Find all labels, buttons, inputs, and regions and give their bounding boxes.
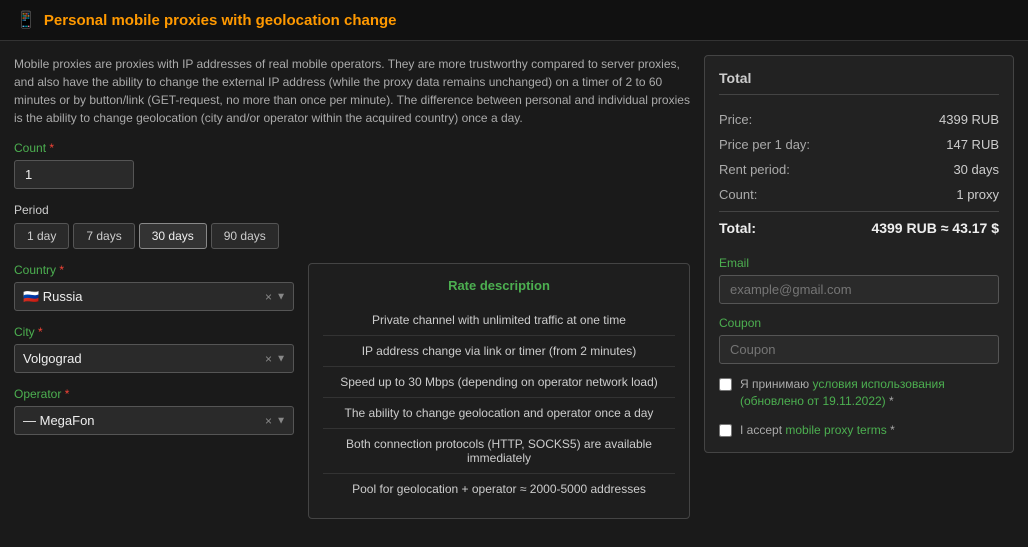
total-title: Total <box>719 70 999 95</box>
city-select[interactable]: Volgograd <box>14 344 294 373</box>
total-value: 4399 RUB ≈ 43.17 $ <box>871 220 999 236</box>
price-value: 4399 RUB <box>939 112 999 127</box>
terms-checkbox-row: Я принимаю условия использования (обновл… <box>719 376 999 410</box>
period-1day[interactable]: 1 day <box>14 223 69 249</box>
page-title: Personal mobile proxies with geolocation… <box>44 12 397 29</box>
count-proxy-label: Count: <box>719 187 757 202</box>
city-label: City <box>14 325 35 339</box>
country-required: * <box>59 263 64 277</box>
coupon-input[interactable] <box>719 335 999 364</box>
rate-item-4: The ability to change geolocation and op… <box>323 398 675 429</box>
count-field: Count * <box>14 141 690 189</box>
summary-price-per-day-row: Price per 1 day: 147 RUB <box>719 132 999 157</box>
period-90days[interactable]: 90 days <box>211 223 279 249</box>
country-field: Country * 🇷🇺 Russia × ▼ <box>14 263 294 311</box>
phone-icon: 📱 <box>16 10 36 30</box>
price-per-day-value: 147 RUB <box>946 137 999 152</box>
operator-select[interactable]: — MegaFon <box>14 406 294 435</box>
operator-select-wrapper: — MegaFon × ▼ <box>14 406 294 435</box>
coupon-label: Coupon <box>719 316 999 330</box>
count-input[interactable] <box>14 160 134 189</box>
rent-period-label: Rent period: <box>719 162 790 177</box>
operator-clear[interactable]: × <box>265 414 272 428</box>
summary-rent-period-row: Rent period: 30 days <box>719 157 999 182</box>
city-required: * <box>38 325 43 339</box>
count-label: Count <box>14 141 46 155</box>
two-col: Country * 🇷🇺 Russia × ▼ City * <box>14 263 690 519</box>
mobile-terms-checkbox[interactable] <box>719 424 732 437</box>
price-label: Price: <box>719 112 752 127</box>
country-select-wrapper: 🇷🇺 Russia × ▼ <box>14 282 294 311</box>
summary-count-row: Count: 1 proxy <box>719 182 999 207</box>
city-select-wrapper: Volgograd × ▼ <box>14 344 294 373</box>
rate-item-2: IP address change via link or timer (fro… <box>323 336 675 367</box>
operator-field: Operator * — MegaFon × ▼ <box>14 387 294 435</box>
price-per-day-label: Price per 1 day: <box>719 137 810 152</box>
terms-checkbox[interactable] <box>719 378 732 391</box>
city-clear[interactable]: × <box>265 352 272 366</box>
count-proxy-value: 1 proxy <box>956 187 999 202</box>
left-panel: Mobile proxies are proxies with IP addre… <box>14 55 704 519</box>
rate-item-6: Pool for geolocation + operator ≈ 2000-5… <box>323 474 675 504</box>
count-required: * <box>49 141 54 155</box>
mobile-terms-label: I accept mobile proxy terms * <box>740 422 895 439</box>
period-label: Period <box>14 203 690 217</box>
selects-col: Country * 🇷🇺 Russia × ▼ City * <box>14 263 294 449</box>
operator-required: * <box>65 387 70 401</box>
country-select[interactable]: 🇷🇺 Russia <box>14 282 294 311</box>
period-7days[interactable]: 7 days <box>73 223 134 249</box>
email-label: Email <box>719 256 999 270</box>
operator-label: Operator <box>14 387 61 401</box>
total-amount-row: Total: 4399 RUB ≈ 43.17 $ <box>719 211 999 244</box>
rate-title: Rate description <box>323 278 675 293</box>
period-section: Period 1 day 7 days 30 days 90 days <box>14 203 690 249</box>
right-panel: Total Price: 4399 RUB Price per 1 day: 1… <box>704 55 1014 453</box>
mobile-terms-checkbox-row: I accept mobile proxy terms * <box>719 422 999 439</box>
description-text: Mobile proxies are proxies with IP addre… <box>14 55 690 127</box>
mobile-terms-link[interactable]: mobile proxy terms <box>785 423 886 437</box>
terms-label: Я принимаю условия использования (обновл… <box>740 376 999 410</box>
period-30days[interactable]: 30 days <box>139 223 207 249</box>
period-buttons: 1 day 7 days 30 days 90 days <box>14 223 690 249</box>
summary-price-row: Price: 4399 RUB <box>719 107 999 132</box>
rate-item-5: Both connection protocols (HTTP, SOCKS5)… <box>323 429 675 474</box>
email-input[interactable] <box>719 275 999 304</box>
rate-description: Rate description Private channel with un… <box>308 263 690 519</box>
total-label: Total: <box>719 220 756 236</box>
rate-item-3: Speed up to 30 Mbps (depending on operat… <box>323 367 675 398</box>
country-label: Country <box>14 263 56 277</box>
country-clear[interactable]: × <box>265 290 272 304</box>
rate-item-1: Private channel with unlimited traffic a… <box>323 305 675 336</box>
rent-period-value: 30 days <box>953 162 999 177</box>
city-field: City * Volgograd × ▼ <box>14 325 294 373</box>
page-header: 📱 Personal mobile proxies with geolocati… <box>0 0 1028 41</box>
